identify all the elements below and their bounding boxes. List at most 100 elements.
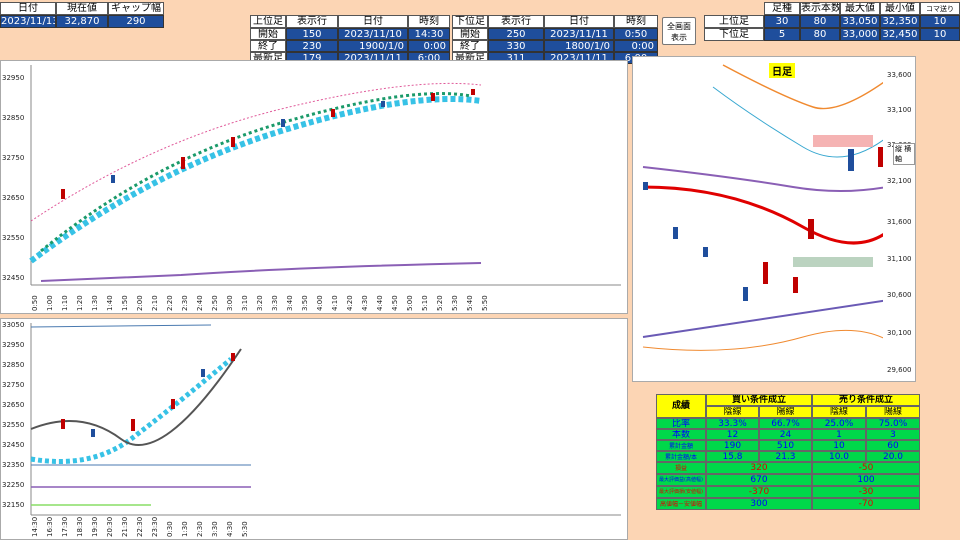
upper-header-row: 表示行: [286, 15, 338, 28]
summary-upper-label: 上位足: [704, 15, 764, 28]
lower-x-tick: 22:30: [136, 516, 144, 537]
lower-end-row[interactable]: 330: [488, 40, 544, 52]
lower-x-tick: 1:30: [181, 521, 189, 537]
stats-cell: 33.3%: [706, 418, 759, 429]
upper-end-row[interactable]: 230: [286, 40, 338, 52]
lower-start-row[interactable]: 250: [488, 28, 544, 40]
lower-end-time: 0:00: [614, 40, 658, 52]
summary-lower-count[interactable]: 80: [800, 28, 840, 41]
upper-x-tick: 2:30: [181, 295, 189, 311]
summary-header-count: 表示本数: [800, 2, 840, 15]
lower-header-label: 下位足: [452, 15, 488, 28]
upper-end-time: 0:00: [408, 40, 450, 52]
stats-merged-sell: 100: [812, 474, 920, 486]
stats-merged-sell: -30: [812, 486, 920, 498]
lower-x-tick: 23:30: [151, 516, 159, 537]
upper-x-tick: 5:50: [481, 295, 489, 311]
summary-lower-step[interactable]: 10: [920, 28, 960, 41]
fullscreen-button-line1: 全画面: [667, 22, 691, 31]
lower-start-time: 0:50: [614, 28, 658, 40]
lower-end-label: 終了: [452, 40, 488, 52]
upper-x-tick: 3:20: [256, 295, 264, 311]
stats-row-label: 累計金額/本: [656, 451, 706, 462]
upper-x-tick: 1:10: [61, 295, 69, 311]
upper-start-row[interactable]: 150: [286, 28, 338, 40]
stats-cell: 66.7%: [759, 418, 812, 429]
stats-cell: 3: [866, 429, 920, 440]
lower-x-tick: 19:30: [91, 516, 99, 537]
stats-cell: 15.8: [706, 451, 759, 462]
daily-y-tick: 33,100: [887, 106, 912, 114]
upper-header-label: 上位足: [250, 15, 286, 28]
summary-upper-max: 33,050: [840, 15, 880, 28]
summary-upper-min: 32,350: [880, 15, 920, 28]
lower-x-tick: 17:30: [61, 516, 69, 537]
lower-timeframe-chart[interactable]: 33050 32950 32850 32750 32650 32550 3245…: [0, 318, 628, 540]
upper-x-tick: 4:00: [316, 295, 324, 311]
stats-sub-header: 陽線: [759, 406, 812, 418]
current-date: 2023/11/13: [0, 15, 56, 28]
upper-ma-line: [29, 96, 482, 264]
upper-x-tick: 3:40: [286, 295, 294, 311]
daily-y-tick: 30,600: [887, 291, 912, 299]
upper-x-tick: 1:20: [76, 295, 84, 311]
upper-x-tick: 4:10: [331, 295, 339, 311]
lower-header-date: 日付: [544, 15, 614, 28]
stats-cell: 12: [706, 429, 759, 440]
upper-timeframe-chart[interactable]: 32950 32850 32750 32650 32550 32450 0:50…: [0, 60, 628, 314]
lower-x-tick: 2:30: [196, 521, 204, 537]
upper-x-tick: 1:30: [91, 295, 99, 311]
stats-cell: 190: [706, 440, 759, 451]
lower-x-tick: 16:30: [46, 516, 54, 537]
upper-x-tick: 5:40: [466, 295, 474, 311]
upper-x-tick: 0:50: [31, 295, 39, 311]
upper-x-tick: 1:00: [46, 295, 54, 311]
upper-x-tick: 5:10: [421, 295, 429, 311]
summary-upper-step[interactable]: 10: [920, 15, 960, 28]
daily-y-tick: 32,100: [887, 177, 912, 185]
upper-x-tick: 2:40: [196, 295, 204, 311]
header-date: 日付: [0, 2, 56, 15]
upper-x-tick: 2:10: [151, 295, 159, 311]
upper-x-tick: 2:00: [136, 295, 144, 311]
stats-row-label: 本数: [656, 429, 706, 440]
stats-title: 成績: [656, 394, 706, 418]
lower-x-tick: 5:30: [241, 521, 249, 537]
header-gap: ギャップ幅: [108, 2, 164, 15]
summary-lower-type[interactable]: 5: [764, 28, 800, 41]
stats-sub-header: 陰線: [706, 406, 759, 418]
upper-x-tick: 1:40: [106, 295, 114, 311]
lower-x-tick: 18:30: [76, 516, 84, 537]
stats-sell-header: 売り条件成立: [812, 394, 920, 406]
upper-x-tick: 5:30: [451, 295, 459, 311]
summary-header-type: 足種: [764, 2, 800, 15]
stats-buy-header: 買い条件成立: [706, 394, 812, 406]
stats-merged-sell: -70: [812, 498, 920, 510]
daily-candles: [643, 147, 883, 301]
lower-x-tick: 20:30: [106, 516, 114, 537]
fullscreen-button[interactable]: 全画面 表示: [662, 17, 696, 45]
upper-header-date: 日付: [338, 15, 408, 28]
current-price: 32,870: [56, 15, 108, 28]
gap-width: 290: [108, 15, 164, 28]
upper-x-axis: 0:50 1:00 1:10 1:20 1:30 1:40 1:50 2:00 …: [1, 295, 627, 313]
upper-start-date: 2023/11/10: [338, 28, 408, 40]
stats-cell: 510: [759, 440, 812, 451]
stats-merged-buy: 320: [706, 462, 812, 474]
daily-upper-band: [722, 64, 883, 110]
stats-merged-label: 損益: [656, 462, 706, 474]
daily-chart[interactable]: 日足 33,600 33,100 32,600 32,100 31,600 31…: [632, 56, 916, 382]
stats-cell: 25.0%: [812, 418, 866, 429]
daily-ma-line: [642, 185, 883, 245]
stats-merged-buy: 300: [706, 498, 812, 510]
upper-x-tick: 2:50: [211, 295, 219, 311]
summary-lower-max: 33,000: [840, 28, 880, 41]
daily-lower-band: [642, 329, 883, 351]
summary-upper-count[interactable]: 80: [800, 15, 840, 28]
upper-x-tick: 3:50: [301, 295, 309, 311]
stats-merged-buy: 670: [706, 474, 812, 486]
stats-cell: 10: [812, 440, 866, 451]
summary-upper-type[interactable]: 30: [764, 15, 800, 28]
lower-header-row: 表示行: [488, 15, 544, 28]
upper-start-time: 14:30: [408, 28, 450, 40]
